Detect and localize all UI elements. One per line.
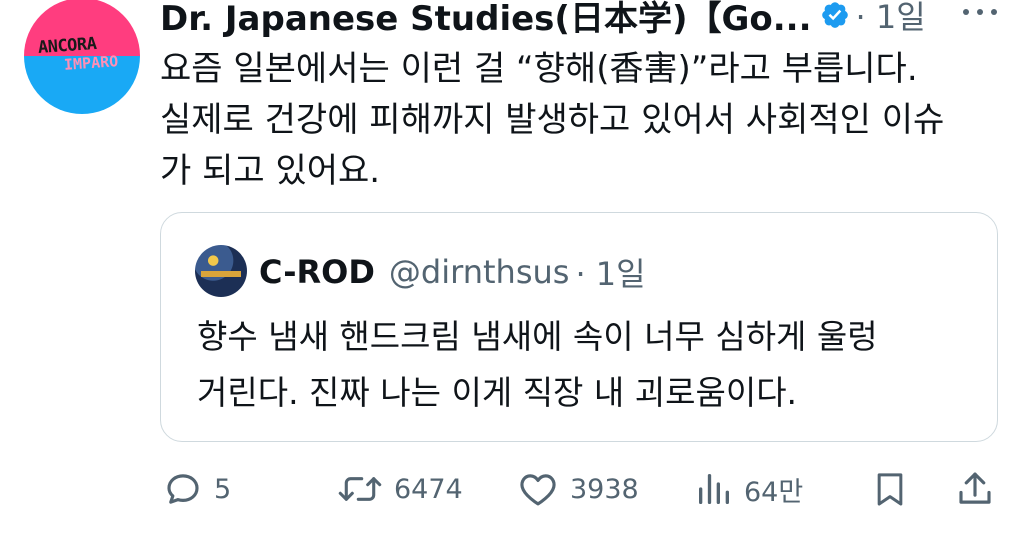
reply-count: 5 [214, 473, 232, 505]
quoted-tweet-text: 향수 냄새 핸드크림 냄새에 속이 너무 심하게 울렁 거린다. 진짜 나는 이… [197, 309, 977, 421]
quoted-tweet-header: C-ROD @dirnthsus · 1일 [259, 249, 646, 295]
views-count: 64만 [744, 476, 804, 508]
retweet-icon [336, 468, 384, 510]
more-icon[interactable] [958, 2, 1006, 22]
author-avatar[interactable]: ANCORA IMPARO [24, 0, 140, 114]
quoted-text-line: 거린다. 진짜 나는 이게 직장 내 괴로움이다. [197, 373, 798, 412]
avatar-artwork [201, 271, 241, 277]
tweet-text-line: 실제로 건강에 피해까지 발생하고 있어서 사회적인 이슈 [160, 100, 945, 140]
tweet-text-line: 요즘 일본에서는 이런 걸 “향해(香害)”라고 부릅니다. [160, 49, 918, 89]
like-icon [516, 468, 560, 510]
like-count: 3938 [570, 473, 639, 505]
bookmark-button[interactable] [870, 464, 910, 514]
quoted-tweet-time[interactable]: · 1일 [575, 249, 645, 295]
tweet-time[interactable]: · 1일 [856, 0, 926, 38]
tweet-header: Dr. Japanese Studies(日本学)【Go... · 1일 [160, 0, 926, 39]
bookmark-icon [870, 467, 910, 511]
retweet-count: 6474 [394, 473, 463, 505]
quoted-author-handle[interactable]: @dirnthsus [389, 253, 570, 291]
quoted-text-line: 향수 냄새 핸드크림 냄새에 속이 너무 심하게 울렁 [197, 317, 878, 356]
tweet-text: 요즘 일본에서는 이런 걸 “향해(香害)”라고 부릅니다. 실제로 건강에 피… [160, 44, 990, 197]
tweet-text-line: 가 되고 있어요. [160, 151, 381, 191]
quoted-tweet[interactable]: C-ROD @dirnthsus · 1일 향수 냄새 핸드크림 냄새에 속이 … [160, 212, 998, 442]
verified-badge-icon [820, 0, 850, 30]
quoted-author-avatar[interactable] [195, 245, 247, 297]
views-button[interactable]: 64만 [694, 464, 803, 514]
author-name[interactable]: Dr. Japanese Studies(日本学)【Go... [160, 0, 812, 40]
share-icon [954, 467, 996, 511]
quoted-author-name[interactable]: C-ROD [259, 253, 375, 291]
share-button[interactable] [954, 464, 996, 514]
action-bar: 5 6474 3938 64만 [0, 464, 1024, 514]
like-button[interactable]: 3938 [516, 464, 639, 514]
retweet-button[interactable]: 6474 [336, 464, 463, 514]
reply-icon [162, 468, 204, 510]
avatar-text-bottom: IMPARO [63, 52, 119, 74]
reply-button[interactable]: 5 [162, 464, 231, 514]
views-icon [694, 468, 734, 510]
